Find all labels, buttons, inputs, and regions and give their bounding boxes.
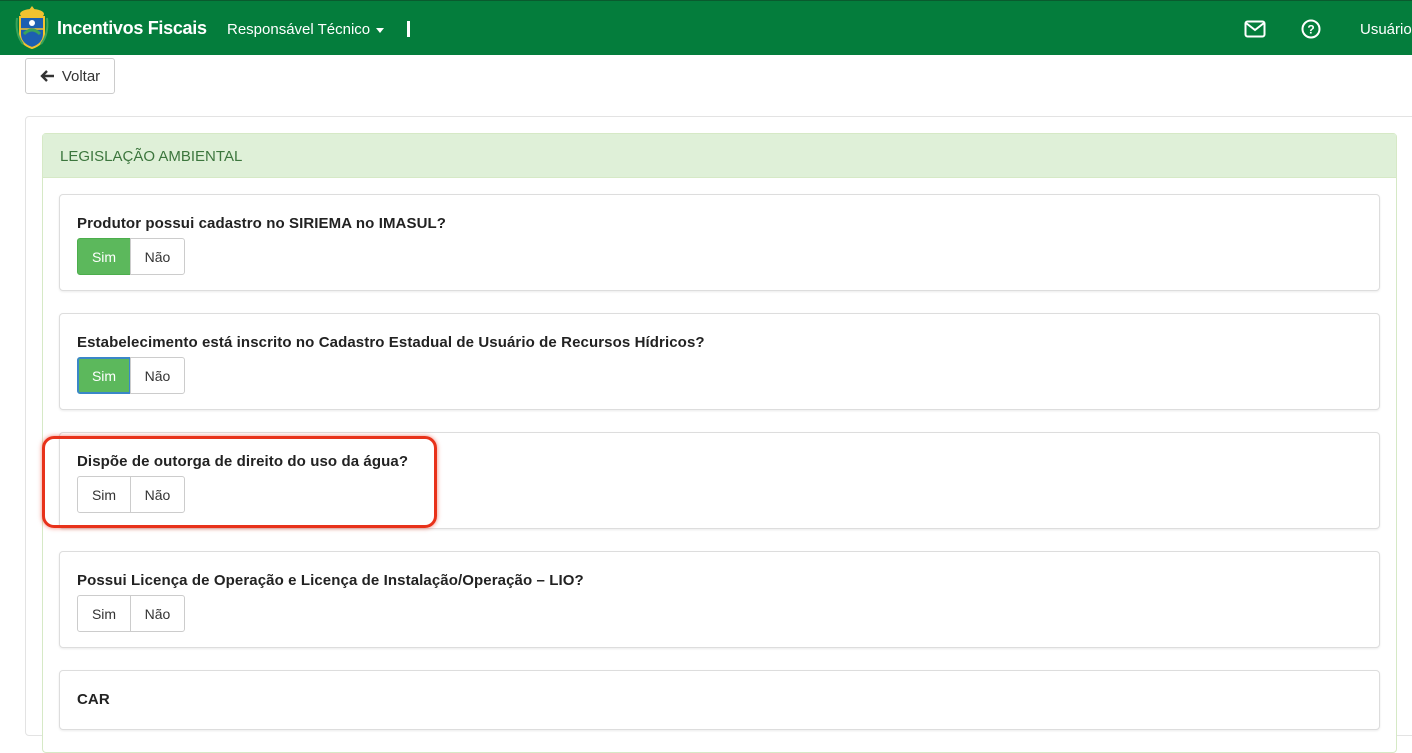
nao-button[interactable]: Não [130,476,185,513]
question-card-siriema: Produtor possui cadastro no SIRIEMA no I… [59,194,1380,291]
question-card-car: CAR [59,670,1380,730]
yes-no-toggle: Sim Não [77,357,185,394]
question-label: Possui Licença de Operação e Licença de … [77,572,584,589]
caret-down-icon [376,27,385,33]
user-menu[interactable]: Usuário [1360,21,1412,38]
sim-button[interactable]: Sim [77,357,131,394]
responsavel-tecnico-menu[interactable]: Responsável Técnico [227,21,385,38]
question-label: Dispõe de outorga de direito do uso da á… [77,453,409,470]
question-card-outorga-agua: Dispõe de outorga de direito do uso da á… [59,432,1380,529]
question-label: Produtor possui cadastro no SIRIEMA no I… [77,215,447,232]
sim-button[interactable]: Sim [77,238,131,275]
nao-button[interactable]: Não [130,595,185,632]
question-card-licenca-lio: Possui Licença de Operação e Licença de … [59,551,1380,648]
yes-no-toggle: Sim Não [77,238,185,275]
yes-no-toggle: Sim Não [77,595,185,632]
section-title: LEGISLAÇÃO AMBIENTAL [43,134,1396,178]
svg-text:?: ? [1307,23,1314,37]
question-label: Estabelecimento está inscrito no Cadastr… [77,334,705,351]
question-card-recursos-hidricos: Estabelecimento está inscrito no Cadastr… [59,313,1380,410]
mail-icon[interactable] [1244,19,1266,39]
question-label: CAR [77,691,110,708]
nao-button[interactable]: Não [130,238,185,275]
back-button-label: Voltar [61,67,101,85]
sim-button[interactable]: Sim [77,595,131,632]
arrow-left-icon [40,70,54,82]
sim-button[interactable]: Sim [77,476,131,513]
yes-no-toggle: Sim Não [77,476,185,513]
nav-separator [407,21,410,37]
nao-button[interactable]: Não [130,357,185,394]
top-navbar: Incentivos Fiscais Responsável Técnico ?… [0,0,1412,55]
menu-label: Responsável Técnico [227,21,371,38]
help-icon[interactable]: ? [1300,19,1322,39]
crest-logo-icon[interactable] [15,4,49,50]
back-button[interactable]: Voltar [25,58,115,94]
app-brand[interactable]: Incentivos Fiscais [57,18,207,39]
